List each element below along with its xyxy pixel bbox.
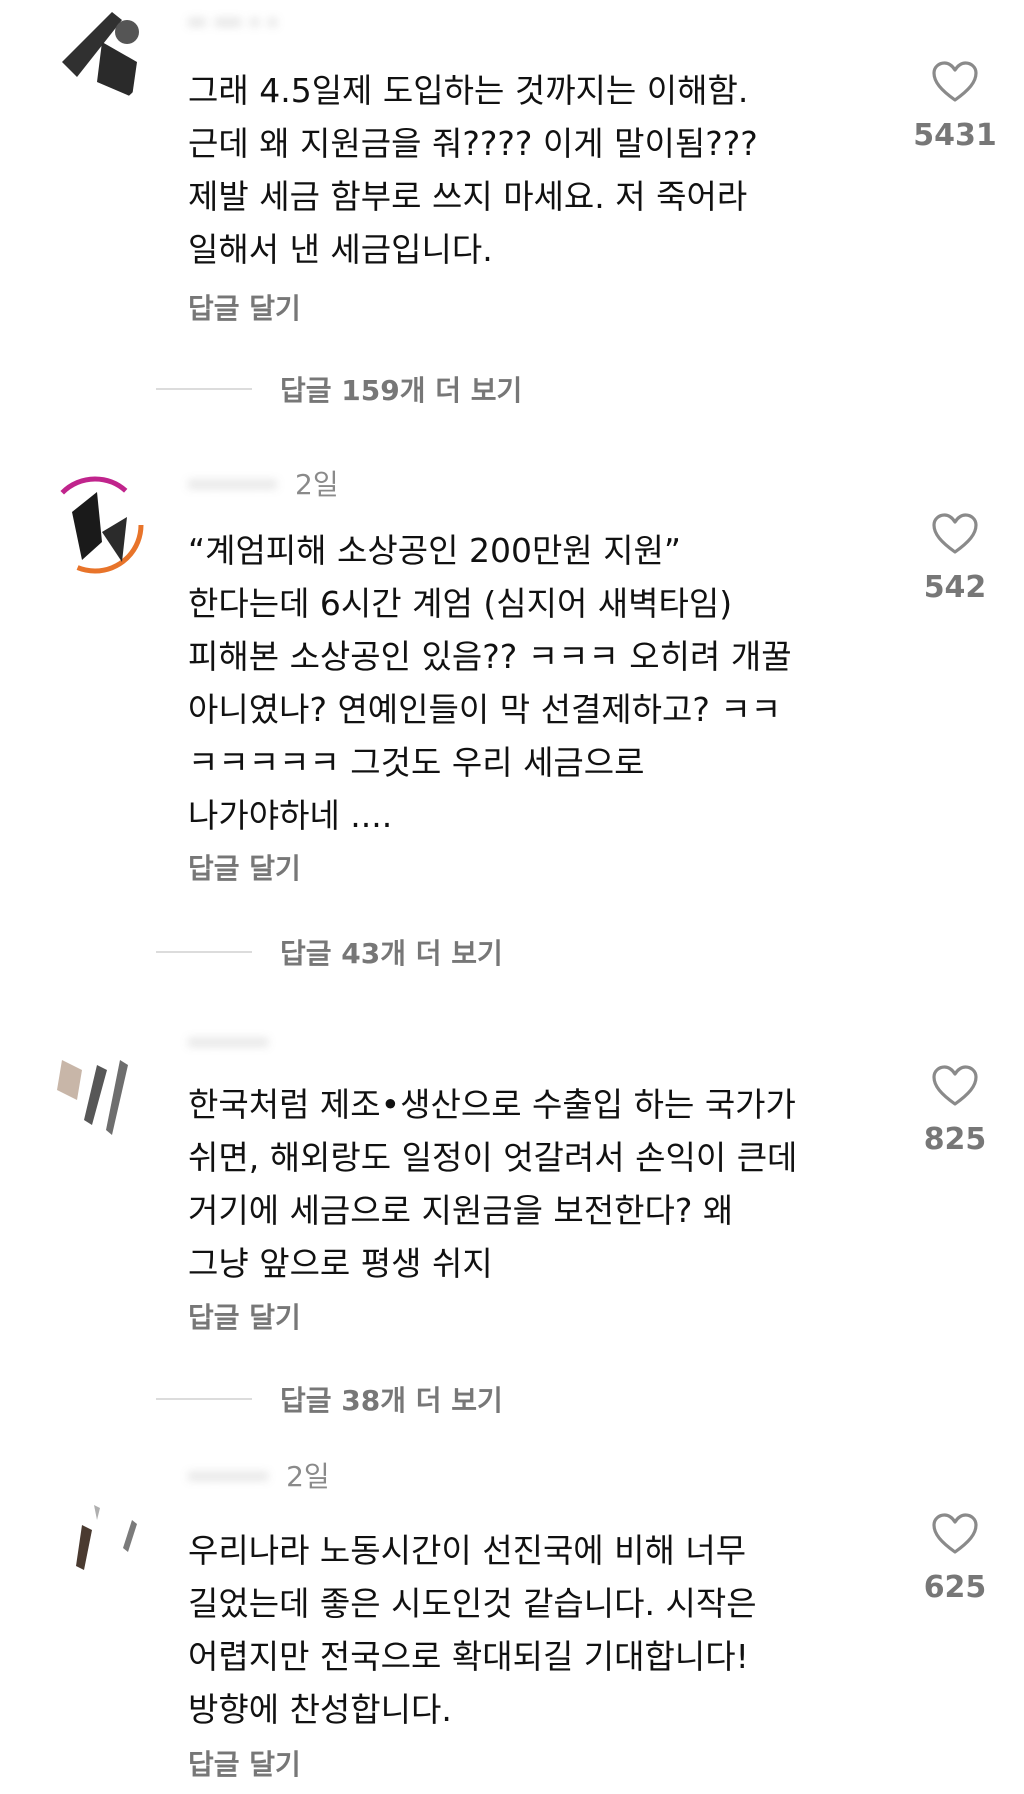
more-replies[interactable]: 답글 159개 더 보기 [156, 369, 522, 409]
reply-button[interactable]: 답글 달기 [188, 292, 301, 326]
more-replies-label[interactable]: 답글 43개 더 보기 [280, 932, 503, 972]
heart-outline-icon[interactable] [931, 1512, 979, 1556]
like-count: 825 [923, 1122, 987, 1157]
comment-username[interactable]: ·········· 2일 [188, 470, 339, 500]
comment-text: “계엄피해 소상공인 200만원 지원” 한다는데 6시간 계엄 (심지어 새벽… [188, 531, 792, 835]
more-replies-label[interactable]: 답글 159개 더 보기 [280, 369, 522, 409]
comment-text: 그래 4.5일제 도입하는 것까지는 이해함. 근데 왜 지원금을 줘???? … [188, 71, 758, 269]
comment-username[interactable]: ·· ··· · · [188, 8, 295, 38]
like-group: 542 [900, 512, 1010, 605]
like-count: 5431 [913, 118, 997, 153]
comment-time: 2일 [295, 468, 339, 501]
like-group: 625 [900, 1512, 1010, 1605]
divider-line [156, 1398, 252, 1400]
divider-line [156, 388, 252, 390]
reply-button[interactable]: 답글 달기 [188, 852, 301, 886]
like-group: 5431 [900, 60, 1010, 153]
like-count: 542 [923, 570, 987, 605]
heart-outline-icon[interactable] [931, 512, 979, 556]
comment-username[interactable]: ········· 2일 [188, 1462, 330, 1492]
avatar[interactable] [42, 2, 148, 108]
avatar[interactable] [42, 1040, 148, 1146]
comment-text: 한국처럼 제조•생산으로 수출입 하는 국가가 쉬면, 해외랑도 일정이 엇갈려… [188, 1085, 798, 1283]
more-replies-label[interactable]: 답글 38개 더 보기 [280, 1379, 503, 1419]
reply-button[interactable]: 답글 달기 [188, 1301, 301, 1335]
reply-button[interactable]: 답글 달기 [188, 1748, 301, 1782]
heart-outline-icon[interactable] [931, 60, 979, 104]
like-count: 625 [923, 1570, 987, 1605]
more-replies[interactable]: 답글 38개 더 보기 [156, 1379, 503, 1419]
more-replies[interactable]: 답글 43개 더 보기 [156, 932, 503, 972]
heart-outline-icon[interactable] [931, 1064, 979, 1108]
divider-line [156, 951, 252, 953]
avatar[interactable] [42, 1490, 148, 1596]
comment-text: 우리나라 노동시간이 선진국에 비해 너무 길었는데 좋은 시도인것 같습니다.… [188, 1531, 757, 1729]
comment-time: 2일 [286, 1460, 330, 1493]
avatar[interactable] [42, 472, 148, 578]
comment-username[interactable]: ········· [188, 1028, 286, 1058]
like-group: 825 [900, 1064, 1010, 1157]
